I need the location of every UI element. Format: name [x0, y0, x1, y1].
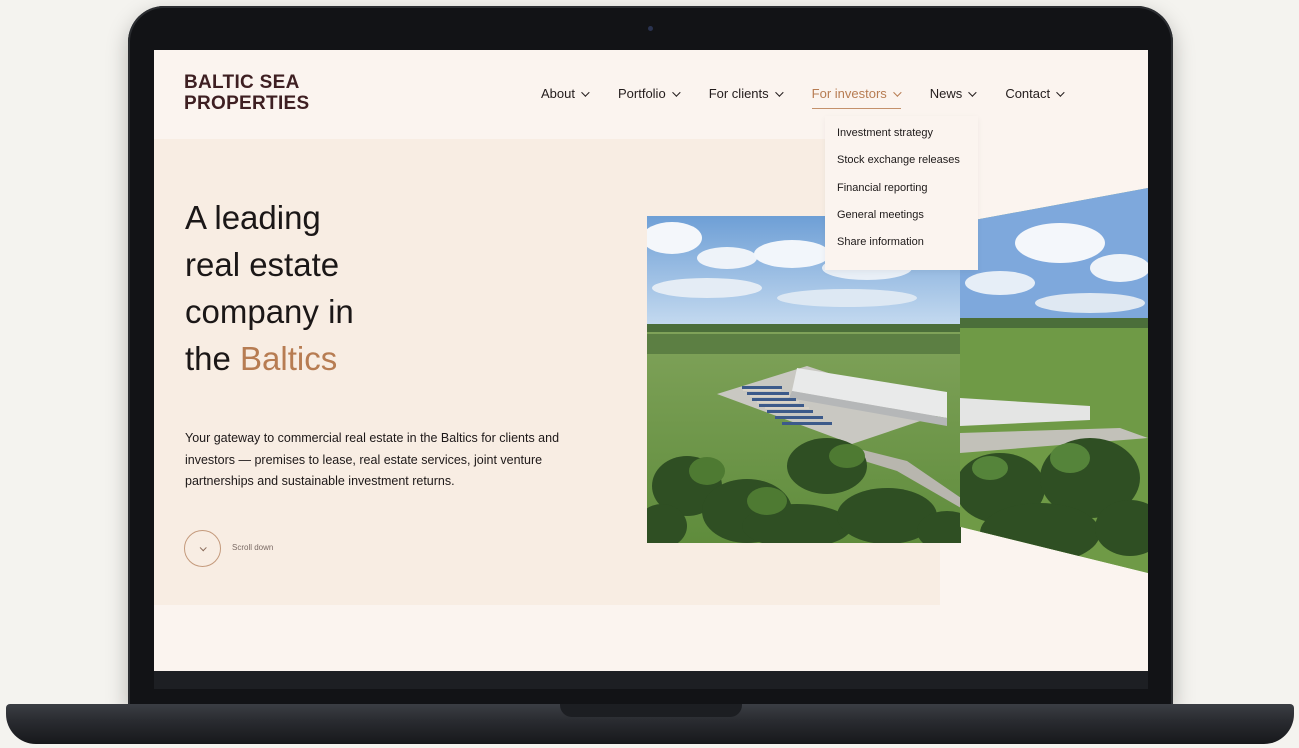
dropdown-item-share-information[interactable]: Share information — [837, 235, 978, 262]
nav-item-portfolio[interactable]: Portfolio — [617, 86, 681, 101]
chevron-down-icon — [1056, 87, 1065, 97]
for-investors-dropdown: Investment strategy Stock exchange relea… — [825, 116, 978, 270]
headline-prefix: the — [185, 340, 241, 377]
dropdown-item-general-meetings[interactable]: General meetings — [837, 208, 978, 235]
headline-line-last: the Baltics — [185, 335, 354, 382]
laptop-notch — [560, 704, 742, 717]
nav-item-label: About — [541, 86, 575, 101]
hero-headline: A leading real estate company in the Bal… — [185, 194, 354, 382]
laptop-bezel-bottom — [154, 671, 1148, 689]
nav-item-for-investors[interactable]: For investors — [811, 86, 902, 109]
logo-line1: BALTIC SEA — [184, 72, 300, 93]
headline-accent: Baltics — [240, 340, 338, 377]
hero-photo-side-panel — [960, 188, 1148, 573]
chevron-down-icon — [774, 87, 784, 97]
nav-item-about[interactable]: About — [541, 86, 590, 101]
chevron-down-icon — [671, 87, 681, 97]
headline-line: real estate — [185, 246, 340, 283]
nav-item-label: Portfolio — [617, 86, 666, 101]
nav-item-label: For investors — [811, 86, 887, 101]
nav-item-for-clients[interactable]: For clients — [708, 86, 784, 101]
scroll-down-button[interactable] — [184, 530, 221, 567]
dropdown-item-financial-reporting[interactable]: Financial reporting — [837, 181, 978, 208]
logo-line2: PROPERTIES — [184, 93, 310, 114]
nav-item-label: Contact — [1005, 86, 1051, 101]
website-screen: BALTIC SEA PROPERTIES About Portfolio Fo… — [154, 50, 1148, 671]
chevron-down-icon — [968, 87, 977, 97]
camera-icon — [648, 26, 653, 31]
dropdown-item-investment-strategy[interactable]: Investment strategy — [837, 126, 978, 153]
nav-item-label: For clients — [708, 86, 769, 101]
main-nav: About Portfolio For clients For investor… — [541, 86, 1093, 109]
dropdown-item-stock-exchange-releases[interactable]: Stock exchange releases — [837, 153, 978, 180]
chevron-down-icon — [892, 87, 902, 97]
chevron-down-icon — [581, 87, 590, 97]
aerial-photo-side-illustration — [960, 188, 1148, 573]
site-logo[interactable]: BALTIC SEA PROPERTIES — [184, 72, 309, 114]
nav-item-label: News — [929, 86, 963, 101]
nav-item-contact[interactable]: Contact — [1005, 86, 1065, 101]
headline-line: company in — [185, 293, 354, 330]
nav-item-news[interactable]: News — [929, 86, 977, 101]
headline-line: A leading — [185, 199, 321, 236]
chevron-down-icon — [199, 544, 207, 552]
scroll-down-label: Scroll down — [232, 543, 274, 552]
hero-tagline: Your gateway to commercial real estate i… — [185, 431, 560, 488]
